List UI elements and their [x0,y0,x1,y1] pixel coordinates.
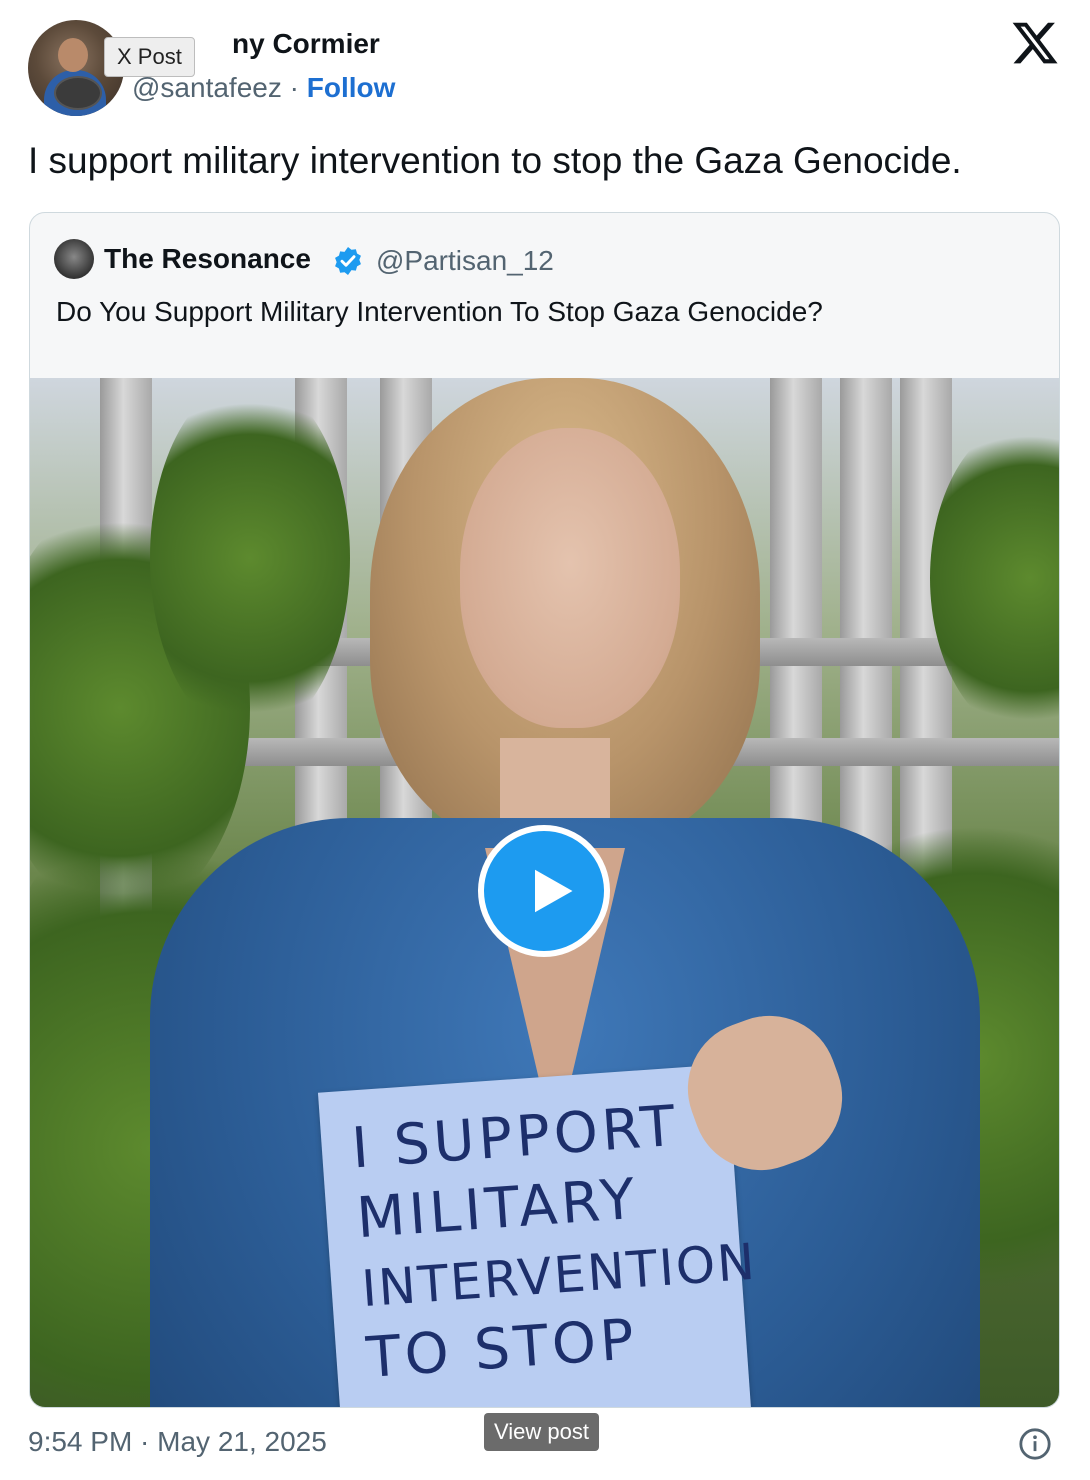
tweet-text: I support military intervention to stop … [28,140,962,181]
verified-badge-icon [335,247,361,275]
quoted-tweet-card[interactable]: The Resonance @Partisan_12 Do You Suppor… [29,212,1060,1408]
author-handle-row: @santafeez · Follow [132,72,395,104]
separator-dot: · [289,72,299,103]
quoted-tweet-text: Do You Support Military Intervention To … [56,296,823,327]
quoted-author-handle[interactable]: @Partisan_12 [376,245,554,277]
author-name[interactable]: ny Cormier [232,28,380,60]
ivy-foliage [150,378,350,738]
quoted-video[interactable]: I SUPPORT MILITARY INTERVENTION TO STOP [30,378,1059,1407]
quoted-author-name[interactable]: The Resonance [104,243,311,275]
person-face [460,428,680,728]
quoted-author-avatar[interactable] [54,239,94,279]
info-icon[interactable] [1018,1427,1052,1461]
x-logo-icon[interactable] [1010,18,1060,68]
play-icon [535,869,573,913]
avatar-face [58,38,88,72]
author-handle[interactable]: @santafeez [132,72,282,103]
view-post-tooltip[interactable]: View post [484,1413,599,1451]
follow-button[interactable]: Follow [307,72,396,103]
handwritten-sign: I SUPPORT MILITARY INTERVENTION TO STOP [317,1064,758,1407]
post-timestamp[interactable]: 9:54 PM · May 21, 2025 [28,1426,327,1458]
tooltip-x-post: X Post [104,37,195,77]
avatar-bowl [54,76,102,110]
play-button[interactable] [478,825,610,957]
